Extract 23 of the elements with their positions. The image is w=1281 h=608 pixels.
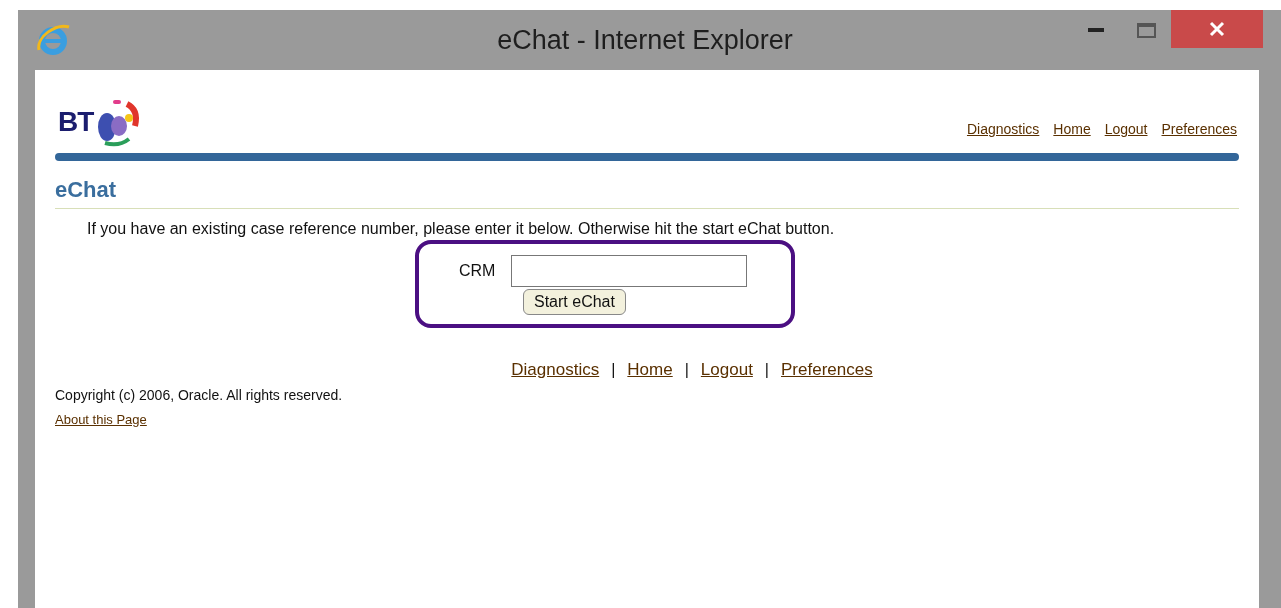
- header-link[interactable]: Preferences: [1161, 119, 1237, 140]
- about-page-link[interactable]: About this Page: [55, 409, 1239, 429]
- company-logo-text: BT: [58, 105, 94, 139]
- start-echat-button[interactable]: Start eChat: [523, 289, 626, 315]
- header-link[interactable]: Diagnostics: [966, 119, 1040, 140]
- link-separator: |: [611, 359, 616, 380]
- footer-link[interactable]: Logout: [700, 357, 753, 383]
- instruction-text: If you have an existing case reference number, please enter it below. Otherwise hit the start eChat button.: [87, 219, 836, 239]
- window-title: eChat - Internet Explorer: [496, 23, 794, 57]
- copyright-text: Copyright (c) 2006, Oracle. All rights reserved.: [55, 385, 344, 405]
- close-button[interactable]: [1171, 10, 1263, 48]
- link-separator: |: [684, 359, 689, 380]
- footer-link[interactable]: Preferences: [781, 357, 873, 383]
- crm-label: CRM: [459, 261, 496, 281]
- crm-input-field[interactable]: [511, 255, 748, 287]
- header-link[interactable]: Logout: [1104, 119, 1148, 140]
- footer-link[interactable]: Home: [627, 357, 673, 383]
- close-icon: [1209, 21, 1225, 37]
- page-heading: eChat: [55, 177, 117, 202]
- link-separator: |: [764, 359, 769, 380]
- browser-logo-icon: [36, 23, 70, 57]
- header-link[interactable]: Home: [1053, 119, 1091, 140]
- footer-link[interactable]: Diagnostics: [511, 357, 600, 383]
